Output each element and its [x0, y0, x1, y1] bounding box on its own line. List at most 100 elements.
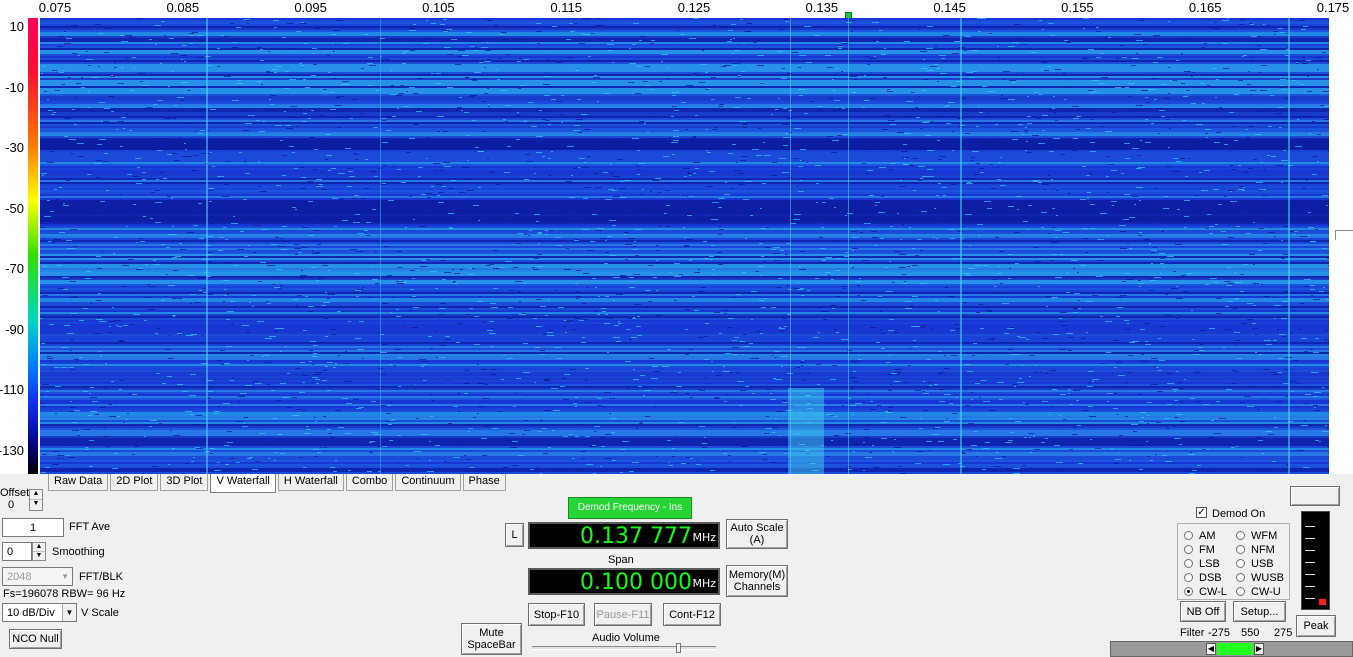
vscale-value: 10 dB/Div — [7, 607, 55, 619]
mode-label: CW-U — [1251, 586, 1281, 598]
frequency-tick-label: 0.135 — [805, 0, 839, 15]
tab-v-waterfall[interactable]: V Waterfall — [210, 474, 276, 493]
blank-button[interactable] — [1290, 486, 1340, 506]
db-tick-label: -50 — [5, 200, 24, 216]
filter-left-arrow-icon[interactable]: ◀ — [1206, 643, 1216, 655]
frequency-tick-label: 0.175 — [1316, 0, 1350, 15]
mode-radio-wusb[interactable]: WUSB — [1236, 572, 1284, 584]
frequency-tick-label: 0.095 — [294, 0, 327, 15]
fft-blk-label: FFT/BLK — [79, 571, 124, 583]
frequency-axis: 0.075 0.085 0.095 0.105 0.115 0.125 0.135 0.145… — [0, 0, 1353, 20]
mode-label: CW-L — [1199, 586, 1227, 598]
filter-width-value: 550 — [1241, 627, 1260, 639]
audio-volume-slider[interactable] — [532, 643, 716, 653]
frequency-tick-label: 0.155 — [1061, 0, 1094, 15]
filter-passband[interactable] — [1217, 643, 1253, 655]
offset-label: Offset — [0, 487, 30, 499]
level-scrollbar-thumb[interactable] — [1335, 230, 1353, 240]
tab-raw-data[interactable]: Raw Data — [48, 474, 109, 491]
db-tick-label: -90 — [5, 321, 24, 337]
frequency-tick-label: 0.105 — [422, 0, 455, 15]
mode-radio-dsb[interactable]: DSB — [1184, 572, 1222, 584]
mode-label: DSB — [1199, 572, 1222, 584]
auto-scale-shortcut: (A) — [749, 534, 765, 546]
mode-label: NFM — [1251, 544, 1275, 556]
nco-null-button[interactable]: NCO Null — [9, 629, 62, 649]
tab-2d-plot[interactable]: 2D Plot — [110, 474, 159, 491]
db-scale: 10 -10 -30 -50 -70 -90 -110 -130 — [0, 18, 40, 474]
filter-high-value: 275 — [1274, 627, 1293, 639]
tab-h-waterfall[interactable]: H Waterfall — [277, 474, 344, 491]
mode-radio-wfm[interactable]: WFM — [1236, 530, 1277, 542]
smoothing-spinner[interactable]: ▲ ▼ — [32, 542, 46, 561]
fft-ave-input[interactable]: 1 — [2, 518, 64, 537]
memory-label: Memory(M) — [728, 569, 786, 581]
span-unit: MHz — [692, 577, 716, 590]
mode-label: WFM — [1251, 530, 1278, 542]
chevron-down-icon: ▼ — [61, 572, 69, 581]
mode-radio-usb[interactable]: USB — [1236, 558, 1274, 570]
vscale-select[interactable]: 10 dB/Div ▼ — [2, 603, 77, 622]
span-display[interactable]: 0.100 000 MHz — [528, 568, 720, 595]
frequency-tick-label: 0.125 — [677, 0, 711, 15]
tab-3d-plot[interactable]: 3D Plot — [160, 474, 209, 491]
mode-radio-lsb[interactable]: LSB — [1184, 558, 1220, 570]
mode-label: WUSB — [1251, 572, 1284, 584]
radio-dot-icon — [1236, 587, 1245, 596]
mode-radio-cw-l[interactable]: CW-L — [1184, 586, 1227, 598]
filter-low-value: -275 — [1208, 627, 1231, 639]
channels-label: Channels — [733, 581, 781, 593]
mode-label: LSB — [1199, 558, 1220, 570]
memory-channels-button[interactable]: Memory(M) Channels — [726, 565, 788, 597]
db-tick-label: -10 — [5, 79, 24, 95]
l-button[interactable]: L — [505, 523, 524, 547]
radio-dot-icon — [1236, 545, 1245, 554]
radio-dot-icon — [1236, 573, 1245, 582]
tab-phase[interactable]: Phase — [462, 474, 506, 491]
waterfall-display[interactable] — [40, 18, 1329, 474]
smoothing-label: Smoothing — [52, 546, 105, 558]
peak-button[interactable]: Peak — [1296, 615, 1336, 637]
mode-label: FM — [1199, 544, 1215, 556]
frequency-tick-label: 0.115 — [550, 0, 582, 15]
offset-value: 0 — [8, 499, 15, 511]
db-tick-label: -70 — [5, 261, 24, 276]
pause-button[interactable]: Pause-F11 — [594, 603, 652, 626]
demod-on-label: Demod On — [1212, 508, 1266, 520]
smoothing-input[interactable]: 0 — [2, 542, 32, 561]
span-label: Span — [608, 554, 634, 566]
offset-spinner[interactable]: ▲ ▼ — [29, 489, 43, 511]
chevron-down-icon: ▼ — [62, 604, 76, 621]
tab-continuum[interactable]: Continuum — [395, 474, 461, 491]
mode-radio-nfm[interactable]: NFM — [1236, 544, 1275, 556]
db-tick-label: -110 — [0, 382, 24, 397]
mode-label: AM — [1199, 530, 1216, 542]
stop-button[interactable]: Stop-F10 — [528, 603, 585, 626]
demod-frequency-unit: MHz — [692, 531, 716, 544]
tab-combo[interactable]: Combo — [345, 474, 394, 491]
nb-off-button[interactable]: NB Off — [1180, 601, 1226, 622]
radio-dot-icon — [1236, 531, 1245, 540]
frequency-tick-label: 0.165 — [1188, 0, 1222, 15]
mode-radio-am[interactable]: AM — [1184, 530, 1216, 542]
audio-volume-label: Audio Volume — [592, 632, 660, 644]
level-scrollbar[interactable] — [1329, 18, 1353, 474]
auto-scale-button[interactable]: Auto Scale (A) — [726, 519, 788, 549]
view-tabs: Raw Data 2D Plot 3D Plot V Waterfall H Water… — [48, 474, 508, 493]
demod-frequency-button[interactable]: Demod Frequency - Ins — [568, 497, 692, 519]
mode-radio-cw-u[interactable]: CW-U — [1236, 586, 1281, 598]
filter-slider[interactable]: ◀ ▶ — [1110, 641, 1353, 657]
filter-right-arrow-icon[interactable]: ▶ — [1254, 643, 1264, 655]
setup-button[interactable]: Setup... — [1233, 601, 1286, 622]
demod-frequency-value: 0.137 777 — [580, 524, 692, 549]
mode-label: USB — [1251, 558, 1274, 570]
mode-radio-fm[interactable]: FM — [1184, 544, 1215, 556]
continue-button[interactable]: Cont-F12 — [663, 603, 721, 626]
audio-volume-thumb[interactable] — [676, 643, 681, 653]
frequency-tick-label: 0.145 — [933, 0, 966, 15]
vscale-label: V Scale — [81, 607, 119, 619]
demod-on-checkbox[interactable]: ✓ — [1196, 507, 1207, 518]
fft-blk-select[interactable]: 2048 ▼ — [2, 567, 73, 586]
mute-button[interactable]: Mute SpaceBar — [461, 623, 522, 655]
demod-frequency-display[interactable]: 0.137 777 MHz — [528, 522, 720, 549]
